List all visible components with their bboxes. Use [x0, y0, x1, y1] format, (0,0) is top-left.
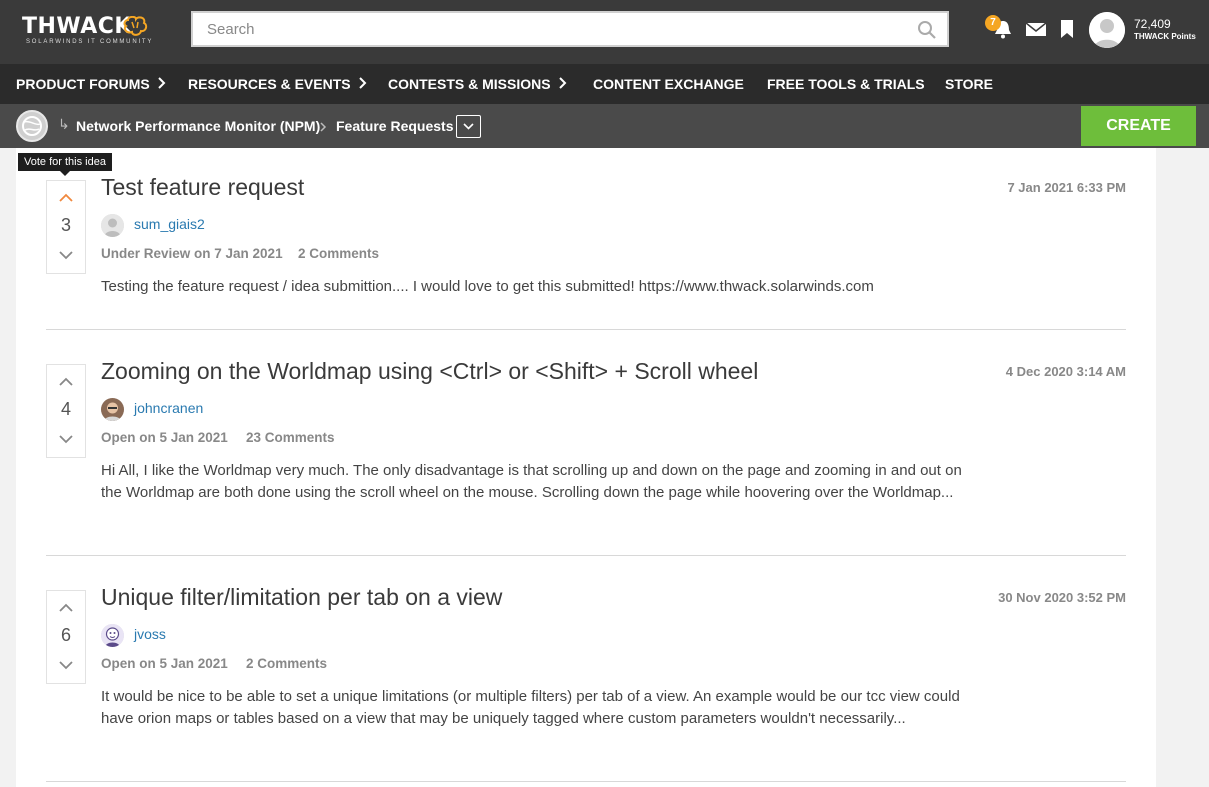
nav-store[interactable]: STORE — [945, 64, 993, 104]
chevron-right-icon — [558, 77, 566, 89]
breadcrumb-dropdown-button[interactable] — [456, 115, 481, 138]
divider — [46, 555, 1126, 556]
vote-up-icon[interactable] — [58, 600, 74, 616]
nav-label: RESOURCES & EVENTS — [188, 76, 351, 92]
divider — [46, 329, 1126, 330]
idea-status: Under Review on 7 Jan 2021 — [101, 246, 283, 261]
nav-free-tools-trials[interactable]: FREE TOOLS & TRIALS — [767, 64, 925, 104]
nav-label: STORE — [945, 76, 993, 92]
cartoon-avatar-icon — [101, 624, 124, 647]
vote-box: 6 — [46, 590, 86, 684]
vote-up-icon[interactable] — [58, 190, 74, 206]
idea-body: Hi All, I like the Worldmap very much. T… — [101, 462, 962, 501]
idea-title[interactable]: Zooming on the Worldmap using <Ctrl> or … — [101, 358, 758, 385]
idea-status: Open on 5 Jan 2021 — [101, 430, 228, 445]
nav-label: FREE TOOLS & TRIALS — [767, 76, 925, 92]
product-group-icon[interactable] — [16, 110, 48, 142]
idea-comments[interactable]: 2 Comments — [246, 656, 327, 671]
user-silhouette-icon — [101, 214, 124, 237]
vote-tooltip: Vote for this idea — [18, 153, 112, 176]
nav-label: CONTESTS & MISSIONS — [388, 76, 551, 92]
vote-down-icon[interactable] — [58, 657, 74, 673]
vote-box: 3 — [46, 180, 86, 274]
search-box — [191, 11, 949, 47]
author-avatar[interactable] — [101, 398, 124, 421]
idea-title[interactable]: Unique filter/limitation per tab on a vi… — [101, 584, 502, 611]
vote-down-icon[interactable] — [58, 247, 74, 263]
search-input[interactable] — [193, 13, 893, 45]
points-label: THWACK Points — [1134, 32, 1196, 41]
nav-contests-missions[interactable]: CONTESTS & MISSIONS — [388, 64, 567, 104]
chevron-right-icon — [320, 122, 327, 132]
nav-label: CONTENT EXCHANGE — [593, 76, 744, 92]
vote-box: 4 — [46, 364, 86, 458]
return-arrow-icon: ↳ — [58, 116, 70, 132]
idea-author[interactable]: jvoss — [134, 626, 166, 642]
main-nav: PRODUCT FORUMS RESOURCES & EVENTS CONTES… — [0, 64, 1209, 104]
chevron-right-icon — [358, 77, 367, 89]
idea-date: 4 Dec 2020 3:14 AM — [1005, 364, 1126, 379]
author-photo-icon — [101, 398, 124, 421]
divider — [46, 781, 1126, 782]
idea-comments[interactable]: 23 Comments — [246, 430, 335, 445]
idea-title[interactable]: Test feature request — [101, 174, 304, 201]
idea-comments[interactable]: 2 Comments — [298, 246, 379, 261]
notification-badge: 7 — [985, 15, 1001, 31]
chevron-down-icon — [463, 123, 474, 130]
logo-text: THWACK — [22, 14, 132, 39]
vote-count: 3 — [60, 215, 71, 235]
idea-author[interactable]: johncranen — [134, 400, 203, 416]
breadcrumb-npm[interactable]: Network Performance Monitor (NPM) — [76, 118, 320, 134]
top-header: THWACK SOLARWINDS IT COMMUNITY 7 72,409 … — [0, 0, 1209, 64]
idea-date: 7 Jan 2021 6:33 PM — [1007, 180, 1126, 195]
vote-count: 6 — [60, 625, 71, 645]
author-avatar[interactable] — [101, 624, 124, 647]
nav-label: PRODUCT FORUMS — [16, 76, 150, 92]
nav-resources-events[interactable]: RESOURCES & EVENTS — [188, 64, 367, 104]
create-button[interactable]: CREATE — [1081, 106, 1196, 146]
idea-status: Open on 5 Jan 2021 — [101, 656, 228, 671]
idea-body: Testing the feature request / idea submi… — [101, 278, 874, 295]
idea-author[interactable]: sum_giais2 — [134, 216, 205, 232]
vote-count: 4 — [60, 399, 71, 419]
thwack-logo[interactable]: THWACK SOLARWINDS IT COMMUNITY — [22, 14, 151, 48]
logo-subtitle: SOLARWINDS IT COMMUNITY — [26, 39, 154, 45]
author-avatar[interactable] — [101, 214, 124, 237]
vote-down-icon[interactable] — [58, 431, 74, 447]
vote-up-icon[interactable] — [58, 374, 74, 390]
idea-date: 30 Nov 2020 3:52 PM — [998, 590, 1126, 605]
nav-content-exchange[interactable]: CONTENT EXCHANGE — [593, 64, 744, 104]
points-value: 72,409 — [1134, 17, 1171, 31]
brain-icon — [123, 16, 148, 36]
bookmark-icon[interactable] — [1056, 18, 1078, 40]
user-avatar[interactable] — [1089, 12, 1125, 48]
idea-body: It would be nice to be able to set a uni… — [101, 688, 960, 727]
search-icon[interactable] — [917, 20, 937, 40]
globe-icon — [22, 116, 42, 136]
chevron-right-icon — [158, 77, 166, 89]
nav-product-forums[interactable]: PRODUCT FORUMS — [16, 64, 166, 104]
breadcrumb-feature-requests[interactable]: Feature Requests — [336, 118, 453, 134]
mail-icon[interactable] — [1025, 18, 1047, 40]
user-silhouette-icon — [1089, 12, 1125, 48]
breadcrumb: ↳ Network Performance Monitor (NPM) Feat… — [0, 104, 1209, 148]
